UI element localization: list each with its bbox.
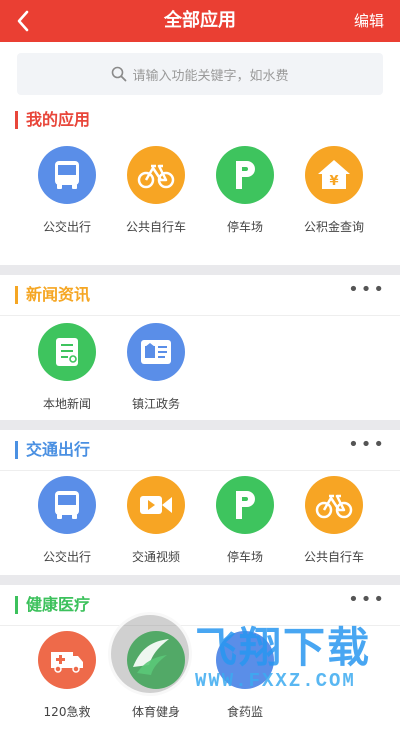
watermark: 飞翔下载 WWW.FXXZ.COM [100,608,400,711]
edit-button[interactable]: 编辑 [354,0,384,42]
app-tile-traffic-video[interactable]: 交通视频 [111,476,201,576]
bicycle-icon [305,476,363,534]
app-label: 公交出行 [42,220,91,234]
video-camera-icon [127,476,185,534]
app-tile-bus[interactable]: 公交出行 [22,146,112,246]
app-label: 公共自行车 [303,550,364,564]
app-tile-local-news[interactable]: 本地新闻 [22,323,112,423]
section-separator [0,315,400,316]
section-title: 我的应用 [26,110,91,129]
app-tile-housing-fund[interactable]: ¥ 公积金查询 [289,146,379,246]
section-title: 交通出行 [26,440,91,459]
watermark-url: WWW.FXXZ.COM [195,670,356,692]
search-icon [112,66,127,82]
section-divider [0,575,400,585]
more-button[interactable]: ••• [348,275,386,315]
government-card-icon [127,323,185,381]
section-accent-bar [15,596,18,614]
bus-icon [38,146,96,204]
svg-text:¥: ¥ [329,174,338,189]
app-label: 本地新闻 [42,397,91,411]
watermark-brand: 飞翔下载 [195,623,372,672]
app-label: 镇江政务 [131,397,180,411]
section-news: 新闻资讯 ••• 本地新闻 镇江政务 [0,275,400,420]
section-accent-bar [15,286,18,304]
watermark-logo-icon [108,612,192,696]
app-tile-government[interactable]: 镇江政务 [111,323,201,423]
app-label: 交通视频 [131,550,180,564]
section-separator [0,470,400,471]
app-header: 全部应用 编辑 [0,0,400,42]
app-label: 公积金查询 [303,220,364,234]
section-divider [0,420,400,430]
bicycle-icon [127,146,185,204]
page-title: 全部应用 [164,10,236,31]
section-title: 健康医疗 [26,595,91,614]
search-area: 请输入功能关键字，如水费 [0,42,400,100]
section-traffic: 交通出行 ••• 公交出行 交通视频 停车场 公共自行车 [0,430,400,575]
app-tile-parking[interactable]: 停车场 [200,476,290,576]
app-label: 公交出行 [42,550,91,564]
app-label: 120急救 [43,705,91,719]
news-list-icon [38,323,96,381]
section-my-apps: 我的应用 公交出行 公共自行车 停车场 ¥ 公积金查询 [0,100,400,265]
search-input[interactable]: 请输入功能关键字，如水费 [17,53,383,95]
section-header: 新闻资讯 ••• [0,275,400,315]
parking-icon [216,476,274,534]
section-title: 新闻资讯 [26,285,91,304]
app-label: 停车场 [226,550,263,564]
app-label: 停车场 [226,220,263,234]
section-header: 我的应用 [0,100,400,140]
section-accent-bar [15,441,18,459]
parking-icon [216,146,274,204]
section-divider [0,265,400,275]
app-tile-parking[interactable]: 停车场 [200,146,290,246]
housing-fund-icon: ¥ [305,146,363,204]
app-tile-bicycle[interactable]: 公共自行车 [289,476,379,576]
section-header: 交通出行 ••• [0,430,400,470]
app-tile-bus[interactable]: 公交出行 [22,476,112,576]
more-button[interactable]: ••• [348,430,386,470]
search-placeholder: 请输入功能关键字，如水费 [132,68,289,84]
bus-icon [38,476,96,534]
section-accent-bar [15,111,18,129]
ambulance-icon [38,631,96,689]
app-label: 公共自行车 [125,220,186,234]
app-tile-ambulance[interactable]: 120急救 [22,631,112,731]
app-tile-bicycle[interactable]: 公共自行车 [111,146,201,246]
